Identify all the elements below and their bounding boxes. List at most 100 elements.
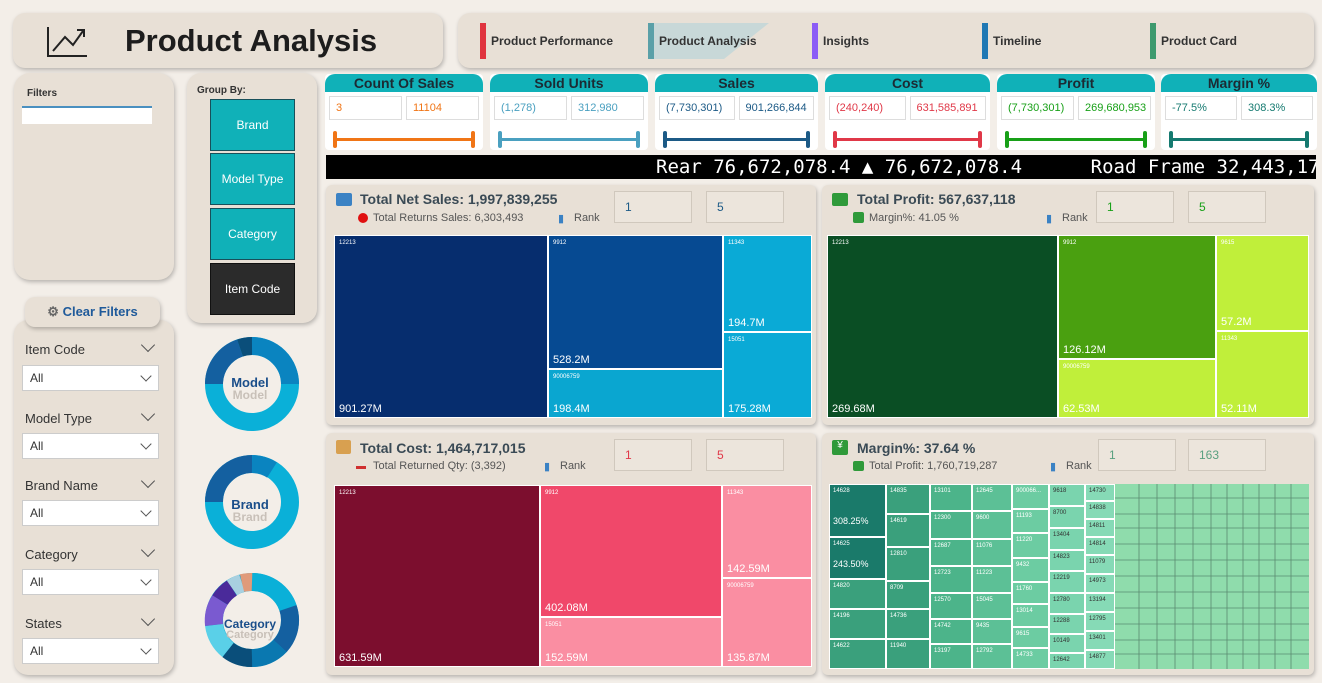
treemap-tile[interactable]: 9912 126.12M (1058, 235, 1216, 359)
rank-max[interactable]: 5 (706, 191, 784, 223)
treemap-tile[interactable]: 12795 (1085, 612, 1115, 631)
treemap-tile[interactable]: 12642 (1049, 653, 1085, 669)
treemap-tile[interactable]: 12300 (930, 511, 972, 539)
treemap-tile[interactable]: 11220 (1012, 533, 1049, 558)
treemap-tile[interactable]: 11760 (1012, 582, 1049, 604)
treemap-tile[interactable]: 12213 901.27M (334, 235, 548, 418)
treemap-tile[interactable]: 11223 (972, 566, 1012, 593)
treemap-tile[interactable]: 14742 (930, 619, 972, 644)
treemap-tile[interactable]: 11343 194.7M (723, 235, 812, 332)
treemap-tile[interactable]: 13401 (1085, 631, 1115, 650)
treemap-tile[interactable]: 14835 (886, 484, 930, 514)
filter-box[interactable] (22, 106, 152, 124)
treemap-tile[interactable]: 9615 (1012, 627, 1049, 648)
kpi-min[interactable]: (7,730,301) (1001, 96, 1074, 120)
kpi-max[interactable]: 11104 (406, 96, 479, 120)
treemap-tile[interactable]: 9912 528.2M (548, 235, 723, 369)
treemap-tile[interactable]: 9618 (1049, 484, 1085, 506)
treemap-tile[interactable]: 12723 (930, 566, 972, 593)
nav-product-analysis[interactable]: Product Analysis (648, 23, 769, 59)
treemap-tile[interactable]: 15051 152.59M (540, 617, 722, 667)
treemap-tile[interactable]: 12780 (1049, 593, 1085, 614)
treemap-tile[interactable]: 13194 (1085, 593, 1115, 612)
treemap-tile[interactable]: 14877 (1085, 650, 1115, 669)
treemap-tile[interactable]: 14196 (829, 609, 886, 639)
kpi-min[interactable]: (240,240) (829, 96, 906, 120)
treemap-tile[interactable]: 14628 308.25% (829, 484, 886, 537)
item-code-dropdown[interactable]: All (22, 365, 159, 391)
range-slider[interactable] (663, 131, 810, 148)
treemap-tile[interactable]: 14733 (1012, 648, 1049, 669)
treemap-tile[interactable]: 12645 (972, 484, 1012, 511)
treemap-tile[interactable]: 13404 (1049, 528, 1085, 550)
group-brand-button[interactable]: Brand (210, 99, 295, 151)
group-item-code-button[interactable]: Item Code (210, 263, 295, 315)
treemap-tile[interactable]: 12213 269.68M (827, 235, 1058, 418)
rank-max[interactable]: 5 (1188, 191, 1266, 223)
treemap-tile[interactable]: 9600 (972, 511, 1012, 539)
margin-treemap[interactable]: 14628 308.25% 14625 243.50% 14820 14196 14… (829, 484, 1309, 669)
states-dropdown[interactable]: All (22, 638, 159, 664)
treemap-tile[interactable]: 14619 (886, 514, 930, 547)
treemap-tile[interactable]: 14730 (1085, 484, 1115, 501)
range-slider[interactable] (1169, 131, 1309, 148)
treemap-tile[interactable]: 11076 (972, 539, 1012, 566)
treemap-tile[interactable]: 8700 (1049, 506, 1085, 528)
rank-min[interactable]: 1 (1098, 439, 1176, 471)
treemap-tile[interactable]: 13197 (930, 644, 972, 669)
treemap-tile[interactable]: 14625 243.50% (829, 537, 886, 579)
kpi-min[interactable]: (1,278) (494, 96, 567, 120)
treemap-tile[interactable]: 9432 (1012, 558, 1049, 582)
treemap-tile[interactable]: 12687 (930, 539, 972, 566)
kpi-min[interactable]: (7,730,301) (659, 96, 735, 120)
treemap-tile[interactable]: 12810 (886, 547, 930, 581)
treemap-tile[interactable]: 9435 (972, 619, 1012, 644)
brand-name-dropdown[interactable]: All (22, 500, 159, 526)
kpi-max[interactable]: 312,980 (571, 96, 644, 120)
range-slider[interactable] (1005, 131, 1147, 148)
treemap-tile[interactable]: 14823 (1049, 550, 1085, 571)
treemap-tile[interactable]: 14838 (1085, 501, 1115, 519)
kpi-max[interactable]: 269,680,953 (1078, 96, 1151, 120)
group-model-type-button[interactable]: Model Type (210, 153, 295, 205)
group-category-button[interactable]: Category (210, 208, 295, 260)
treemap-tile[interactable]: 12288 (1049, 614, 1085, 634)
range-slider[interactable] (333, 131, 475, 148)
category-dropdown[interactable]: All (22, 569, 159, 595)
range-slider[interactable] (498, 131, 640, 148)
treemap-tile[interactable]: 15045 (972, 593, 1012, 619)
treemap-tile[interactable]: 14973 (1085, 574, 1115, 593)
treemap-tile[interactable]: 900066... (1012, 484, 1049, 509)
treemap-tile[interactable]: 11343 52.11M (1216, 331, 1309, 418)
treemap-tile[interactable]: 14811 (1085, 519, 1115, 537)
nav-timeline[interactable]: Timeline (982, 23, 1041, 59)
treemap-tile[interactable]: 13014 (1012, 604, 1049, 627)
treemap-tile[interactable]: 90006759 135.87M (722, 578, 812, 667)
rank-min[interactable]: 1 (614, 191, 692, 223)
kpi-max[interactable]: 308.3% (1241, 96, 1313, 120)
clear-filters-button[interactable]: ⚙ Clear Filters (25, 297, 160, 327)
treemap-tile[interactable]: 11193 (1012, 509, 1049, 533)
treemap-tile[interactable]: 12219 (1049, 571, 1085, 593)
kpi-max[interactable]: 901,266,844 (738, 96, 814, 120)
treemap-tile[interactable]: 12792 (972, 644, 1012, 669)
treemap-tile[interactable]: 11343 142.59M (722, 485, 812, 578)
treemap-tile[interactable]: 11940 (886, 639, 930, 669)
treemap-tile[interactable]: 14814 (1085, 537, 1115, 555)
rank-min[interactable]: 1 (614, 439, 692, 471)
treemap-tile[interactable]: 9912 402.08M (540, 485, 722, 617)
treemap-tile[interactable]: 9615 57.2M (1216, 235, 1309, 331)
treemap-tile[interactable]: 12213 631.59M (334, 485, 540, 667)
treemap-tile[interactable]: 13101 (930, 484, 972, 511)
treemap-tile[interactable]: 15051 175.28M (723, 332, 812, 418)
kpi-max[interactable]: 631,585,891 (909, 96, 986, 120)
kpi-min[interactable]: -77.5% (1165, 96, 1237, 120)
treemap-tile[interactable]: 8709 (886, 581, 930, 609)
treemap-tile[interactable]: 14736 (886, 609, 930, 639)
treemap-tile[interactable]: 12570 (930, 593, 972, 619)
nav-insights[interactable]: Insights (812, 23, 869, 59)
nav-product-card[interactable]: Product Card (1150, 23, 1237, 59)
rank-max[interactable]: 5 (706, 439, 784, 471)
treemap-tile[interactable]: 14622 (829, 639, 886, 669)
treemap-tile[interactable]: 10149 (1049, 634, 1085, 653)
